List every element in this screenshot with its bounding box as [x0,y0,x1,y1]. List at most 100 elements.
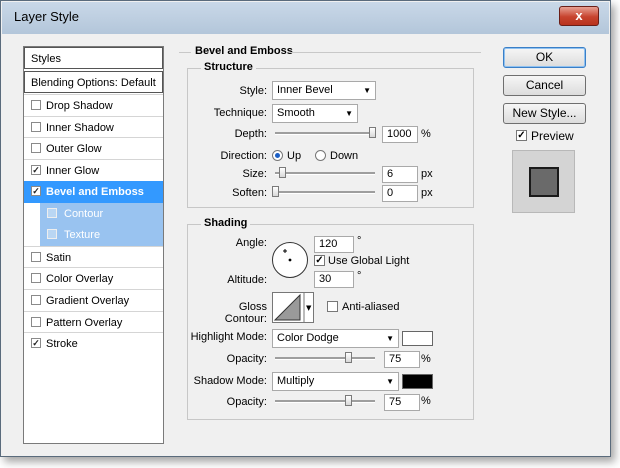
title-bar [2,2,609,34]
anti-aliased-checkbox[interactable] [327,301,338,312]
soften-slider-thumb[interactable] [272,186,279,197]
shadow-color-swatch[interactable] [402,374,433,389]
soften-unit: px [421,187,433,199]
chevron-down-icon: ▼ [386,334,394,343]
contour-checkbox[interactable] [47,208,57,218]
inner-shadow-checkbox[interactable] [31,122,41,132]
layer-style-dialog: Layer Style x Styles Blending Options: D… [0,0,611,457]
shadow-opacity-label: Opacity: [226,396,267,408]
sidebar-item-label: Gradient Overlay [46,295,130,307]
depth-label: Depth: [234,128,267,140]
direction-label: Direction: [220,150,267,162]
sidebar-item-satin[interactable]: Satin [24,246,163,268]
shadow-mode-select[interactable]: Multiply ▼ [272,372,399,391]
angle-field[interactable]: 120 [314,236,354,253]
highlight-opacity-slider-track[interactable] [275,357,375,360]
satin-checkbox[interactable] [31,252,41,262]
highlight-opacity-slider-thumb[interactable] [345,352,352,363]
soften-slider-track[interactable] [275,191,375,194]
size-label: Size: [242,168,267,180]
shadow-opacity-slider-thumb[interactable] [345,395,352,406]
sidebar-item-label: Blending Options: Default [31,77,156,89]
sidebar-item-gradient-overlay[interactable]: Gradient Overlay [24,289,163,311]
depth-slider-track[interactable] [275,132,375,135]
sidebar-item-blending-options[interactable]: Blending Options: Default [24,71,163,93]
sidebar-item-pattern-overlay[interactable]: Pattern Overlay [24,311,163,333]
outer-glow-checkbox[interactable] [31,143,41,153]
style-select[interactable]: Inner Bevel ▼ [272,81,376,100]
sidebar-item-styles[interactable]: Styles [24,47,163,69]
sidebar-item-bevel-and-emboss[interactable]: ✓ Bevel and Emboss [24,181,163,203]
highlight-mode-value: Color Dodge [277,332,339,344]
inner-glow-checkbox[interactable]: ✓ [31,165,41,175]
sidebar-item-contour[interactable]: Contour [40,203,163,225]
sidebar-item-drop-shadow[interactable]: Drop Shadow [24,94,163,116]
divider [179,52,191,53]
highlight-opacity-field[interactable]: 75 [384,351,420,368]
sidebar-item-inner-glow[interactable]: ✓ Inner Glow [24,159,163,181]
highlight-mode-label: Highlight Mode: [190,331,267,343]
use-global-light-label: Use Global Light [328,255,410,267]
soften-field[interactable]: 0 [382,185,418,202]
altitude-field[interactable]: 30 [314,271,354,288]
angle-label: Angle: [235,237,267,249]
close-button[interactable]: x [559,6,599,26]
new-style-button[interactable]: New Style... [503,103,586,124]
direction-up-label: Up [287,150,302,162]
size-slider-track[interactable] [275,172,375,175]
drop-shadow-checkbox[interactable] [31,100,41,110]
sidebar-item-label: Outer Glow [46,143,102,155]
sidebar-item-stroke[interactable]: ✓ Stroke [24,332,163,354]
shadow-mode-label: Shadow Mode: [193,375,267,387]
direction-up-radio[interactable] [272,150,283,161]
sidebar-item-color-overlay[interactable]: Color Overlay [24,267,163,289]
ok-button[interactable]: OK [503,47,586,68]
pattern-overlay-checkbox[interactable] [31,317,41,327]
highlight-color-swatch[interactable] [402,331,433,346]
soften-label: Soften: [232,187,267,199]
sidebar-item-label: Texture [64,229,101,241]
sidebar-item-label: Inner Shadow [46,122,114,134]
sidebar-item-outer-glow[interactable]: Outer Glow [24,137,163,159]
preview-swatch [529,167,559,197]
direction-down-radio[interactable] [315,150,326,161]
shading-title: Shading [201,217,251,229]
highlight-opacity-unit: % [421,353,431,365]
color-overlay-checkbox[interactable] [31,273,41,283]
sidebar-item-label: Bevel and Emboss [46,186,144,198]
shadow-opacity-slider-track[interactable] [275,400,375,403]
altitude-unit: ° [357,270,362,282]
use-global-light-checkbox[interactable]: ✓ [314,255,325,266]
direction-down-label: Down [330,150,359,162]
style-preview [512,150,575,213]
gradient-overlay-checkbox[interactable] [31,295,41,305]
sidebar-item-label: Inner Glow [46,165,100,177]
sidebar-item-inner-shadow[interactable]: Inner Shadow [24,116,163,138]
anti-aliased-label: Anti-aliased [342,301,400,313]
stroke-checkbox[interactable]: ✓ [31,338,41,348]
window-title: Layer Style [14,9,80,24]
size-slider-thumb[interactable] [279,167,286,178]
style-select-value: Inner Bevel [277,84,333,96]
size-unit: px [421,168,433,180]
texture-checkbox[interactable] [47,229,57,239]
altitude-label: Altitude: [227,274,267,286]
bevel-and-emboss-checkbox[interactable]: ✓ [31,186,41,196]
depth-slider-thumb[interactable] [369,127,376,138]
highlight-mode-select[interactable]: Color Dodge ▼ [272,329,399,348]
preview-checkbox[interactable]: ✓ [516,130,527,141]
angle-dial-icon[interactable] [271,241,309,279]
size-field[interactable]: 6 [382,166,418,183]
sidebar-item-label: Contour [64,208,104,220]
gloss-contour-picker[interactable]: ▼ [272,292,314,323]
sidebar-item-texture[interactable]: Texture [40,224,163,246]
bevel-group-title: Bevel and Emboss [195,45,293,57]
technique-select[interactable]: Smooth ▼ [272,104,358,123]
structure-title: Structure [201,61,256,73]
chevron-down-icon: ▼ [306,304,312,312]
sidebar-item-label: Stroke [46,338,78,350]
shadow-opacity-field[interactable]: 75 [384,394,420,411]
depth-field[interactable]: 1000 [382,126,418,143]
cancel-button[interactable]: Cancel [503,75,586,96]
shadow-mode-value: Multiply [277,375,315,387]
